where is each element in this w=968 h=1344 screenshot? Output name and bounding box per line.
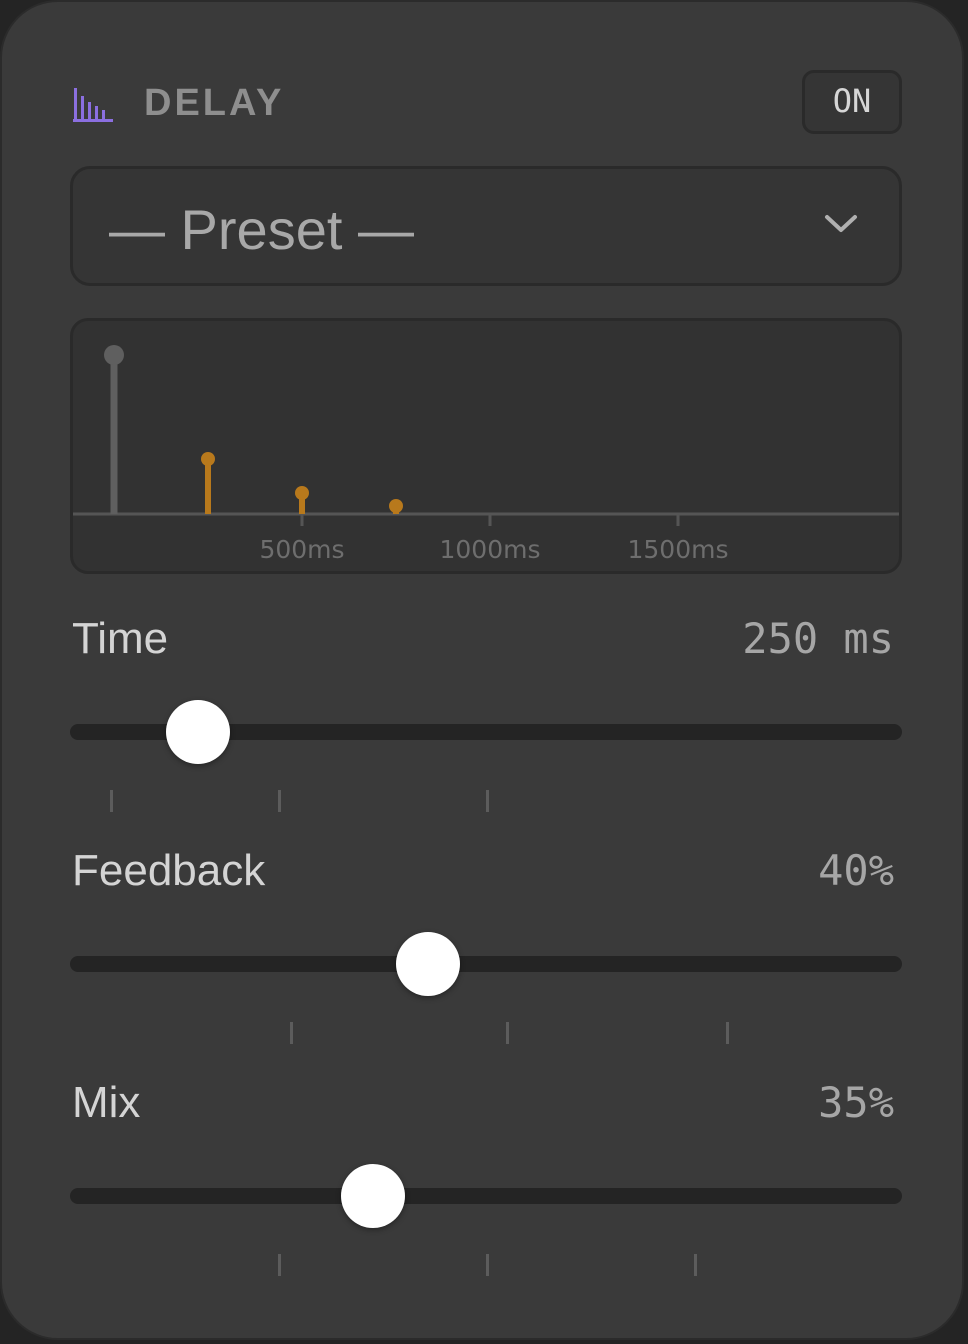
feedback-tick (506, 1022, 509, 1044)
mix-label: Mix (72, 1078, 141, 1127)
preset-dropdown[interactable]: — Preset — (70, 166, 902, 286)
time-value: 250 ms (742, 614, 894, 663)
time-tick (278, 790, 281, 812)
mix-tick (694, 1254, 697, 1276)
echo-2-head (295, 486, 309, 500)
echo-3-head (389, 499, 403, 513)
preset-label: — Preset — (109, 198, 414, 261)
time-tick (110, 790, 113, 812)
panel-title: DELAY (144, 82, 285, 124)
chevron-down-icon (825, 215, 857, 232)
time-slider-thumb[interactable] (166, 700, 231, 764)
mix-tick (486, 1254, 489, 1276)
mix-slider-thumb[interactable] (340, 1164, 405, 1228)
feedback-tick (290, 1022, 293, 1044)
mix-slider-track[interactable] (70, 1188, 902, 1204)
mix-value: 35% (818, 1078, 894, 1127)
feedback-label: Feedback (72, 846, 266, 895)
axis-label-500ms: 500ms (259, 535, 344, 564)
time-label: Time (72, 614, 169, 663)
feedback-value: 40% (818, 846, 894, 895)
delay-echo-visualizer: 500ms 1000ms 1500ms (70, 318, 902, 574)
echo-1-head (201, 452, 215, 466)
power-toggle[interactable]: ON (802, 70, 902, 134)
axis-label-1000ms: 1000ms (439, 535, 540, 564)
feedback-slider-track[interactable] (70, 956, 902, 972)
panel-header: DELAY (72, 80, 902, 132)
dry-signal-head (104, 345, 124, 365)
feedback-tick (726, 1022, 729, 1044)
delay-panel: DELAY ON — Preset — 500ms 1000ms 1500ms (0, 0, 964, 1340)
time-tick (486, 790, 489, 812)
feedback-slider-thumb[interactable] (395, 932, 460, 996)
mix-tick (278, 1254, 281, 1276)
axis-label-1500ms: 1500ms (627, 535, 728, 564)
bar-graph-icon (73, 88, 113, 122)
